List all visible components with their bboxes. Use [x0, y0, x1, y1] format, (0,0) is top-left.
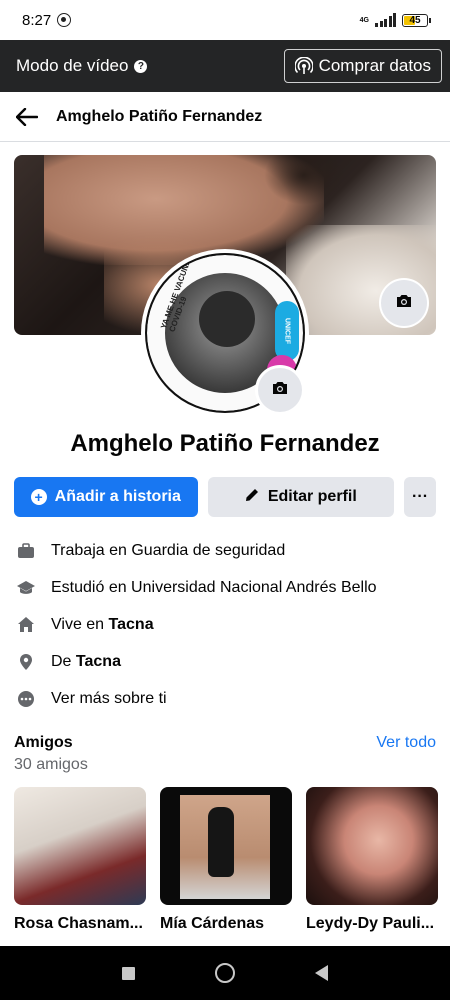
detail-education-text: Estudió en Universidad Nacional Andrés B…	[51, 578, 377, 596]
detail-lives-in-prefix: Vive en	[51, 615, 109, 633]
detail-education[interactable]: Estudió en Universidad Nacional Andrés B…	[16, 569, 434, 606]
location-pin-icon	[16, 652, 36, 672]
cover-photo-detail	[264, 155, 344, 205]
profile-details: Trabaja en Guardia de seguridad Estudió …	[16, 532, 434, 717]
edit-profile-button[interactable]: Editar perfil	[207, 477, 395, 517]
see-all-friends-link[interactable]: Ver todo	[376, 734, 436, 752]
friend-name[interactable]: Rosa Chasnam...	[14, 915, 146, 933]
signal-icon	[375, 13, 396, 27]
friend-name[interactable]: Leydy-Dy Pauli...	[306, 915, 438, 933]
cover-camera-button[interactable]	[381, 280, 427, 326]
status-right: 4G 45	[359, 13, 431, 27]
friend-name[interactable]: Mía Cárdenas	[160, 915, 292, 933]
video-mode-label: Modo de vídeo	[16, 56, 129, 75]
status-bar: 8:27 4G 45	[0, 0, 450, 40]
friend-photo[interactable]	[306, 787, 438, 905]
add-story-label: Añadir a historia	[54, 488, 181, 505]
buy-data-button[interactable]: Comprar datos	[283, 49, 442, 83]
video-mode-bar: Modo de vídeo ? Comprar datos	[0, 40, 450, 92]
camera-icon	[395, 293, 413, 314]
header-title: Amghelo Patiño Fernandez	[56, 107, 263, 125]
add-story-button[interactable]: + Añadir a historia	[14, 477, 198, 517]
friends-grid: Rosa Chasnam... Mía Cárdenas Leydy-Dy Pa…	[14, 787, 438, 933]
whatsapp-icon	[57, 13, 72, 27]
camera-icon	[271, 380, 289, 401]
detail-lives-in[interactable]: Vive en Tacna	[16, 606, 434, 643]
detail-from-city: Tacna	[75, 652, 121, 670]
wifi-broadcast-icon	[293, 56, 314, 75]
plus-icon: +	[30, 489, 47, 505]
friends-count: 30 amigos	[14, 756, 88, 773]
home-icon	[16, 615, 36, 635]
detail-see-more[interactable]: Ver más sobre ti	[16, 680, 434, 717]
detail-work-text: Trabaja en Guardia de seguridad	[51, 541, 286, 559]
avatar-camera-button[interactable]	[258, 368, 302, 412]
question-icon[interactable]: ?	[134, 59, 148, 73]
detail-from-prefix: De	[51, 652, 76, 670]
recents-icon[interactable]	[122, 966, 135, 980]
friend-card[interactable]: Rosa Chasnam...	[14, 787, 146, 933]
friends-title: Amigos	[14, 734, 73, 751]
edit-profile-label: Editar perfil	[267, 488, 357, 505]
home-button-icon[interactable]	[215, 963, 235, 983]
friend-card[interactable]: Mía Cárdenas	[160, 787, 292, 933]
pencil-icon	[245, 487, 260, 507]
battery-level: 45	[409, 14, 421, 26]
detail-from[interactable]: De Tacna	[16, 643, 434, 680]
arrow-left-icon[interactable]	[16, 105, 40, 129]
more-options-button[interactable]: ···	[404, 477, 436, 517]
more-dots-icon: ···	[412, 488, 429, 505]
detail-work[interactable]: Trabaja en Guardia de seguridad	[16, 532, 434, 569]
video-mode[interactable]: Modo de vídeo ?	[16, 56, 148, 76]
more-dots-icon	[16, 689, 36, 709]
friends-heading: Amigos 30 amigos	[14, 734, 88, 774]
detail-lives-in-city: Tacna	[108, 615, 154, 633]
unicef-badge: UNICEF	[275, 301, 299, 361]
graduation-cap-icon	[16, 578, 36, 598]
profile-name: Amghelo Patiño Fernandez	[70, 430, 380, 457]
friends-header: Amigos 30 amigos Ver todo	[14, 734, 436, 774]
status-left: 8:27	[22, 11, 72, 29]
detail-see-more-text: Ver más sobre ti	[51, 689, 167, 707]
friend-photo[interactable]	[160, 787, 292, 905]
friend-photo[interactable]	[14, 787, 146, 905]
profile-header: Amghelo Patiño Fernandez	[0, 92, 450, 142]
buy-data-label: Comprar datos	[318, 56, 431, 75]
back-icon[interactable]	[315, 965, 328, 981]
status-time: 8:27	[22, 11, 52, 29]
friend-photo-detail	[208, 807, 234, 877]
system-nav-bar	[0, 946, 450, 1000]
briefcase-icon	[16, 541, 36, 561]
friend-card[interactable]: Leydy-Dy Pauli...	[306, 787, 438, 933]
profile-actions: + Añadir a historia Editar perfil ···	[14, 477, 436, 517]
battery-icon: 45	[402, 13, 431, 27]
network-type: 4G	[359, 16, 369, 24]
